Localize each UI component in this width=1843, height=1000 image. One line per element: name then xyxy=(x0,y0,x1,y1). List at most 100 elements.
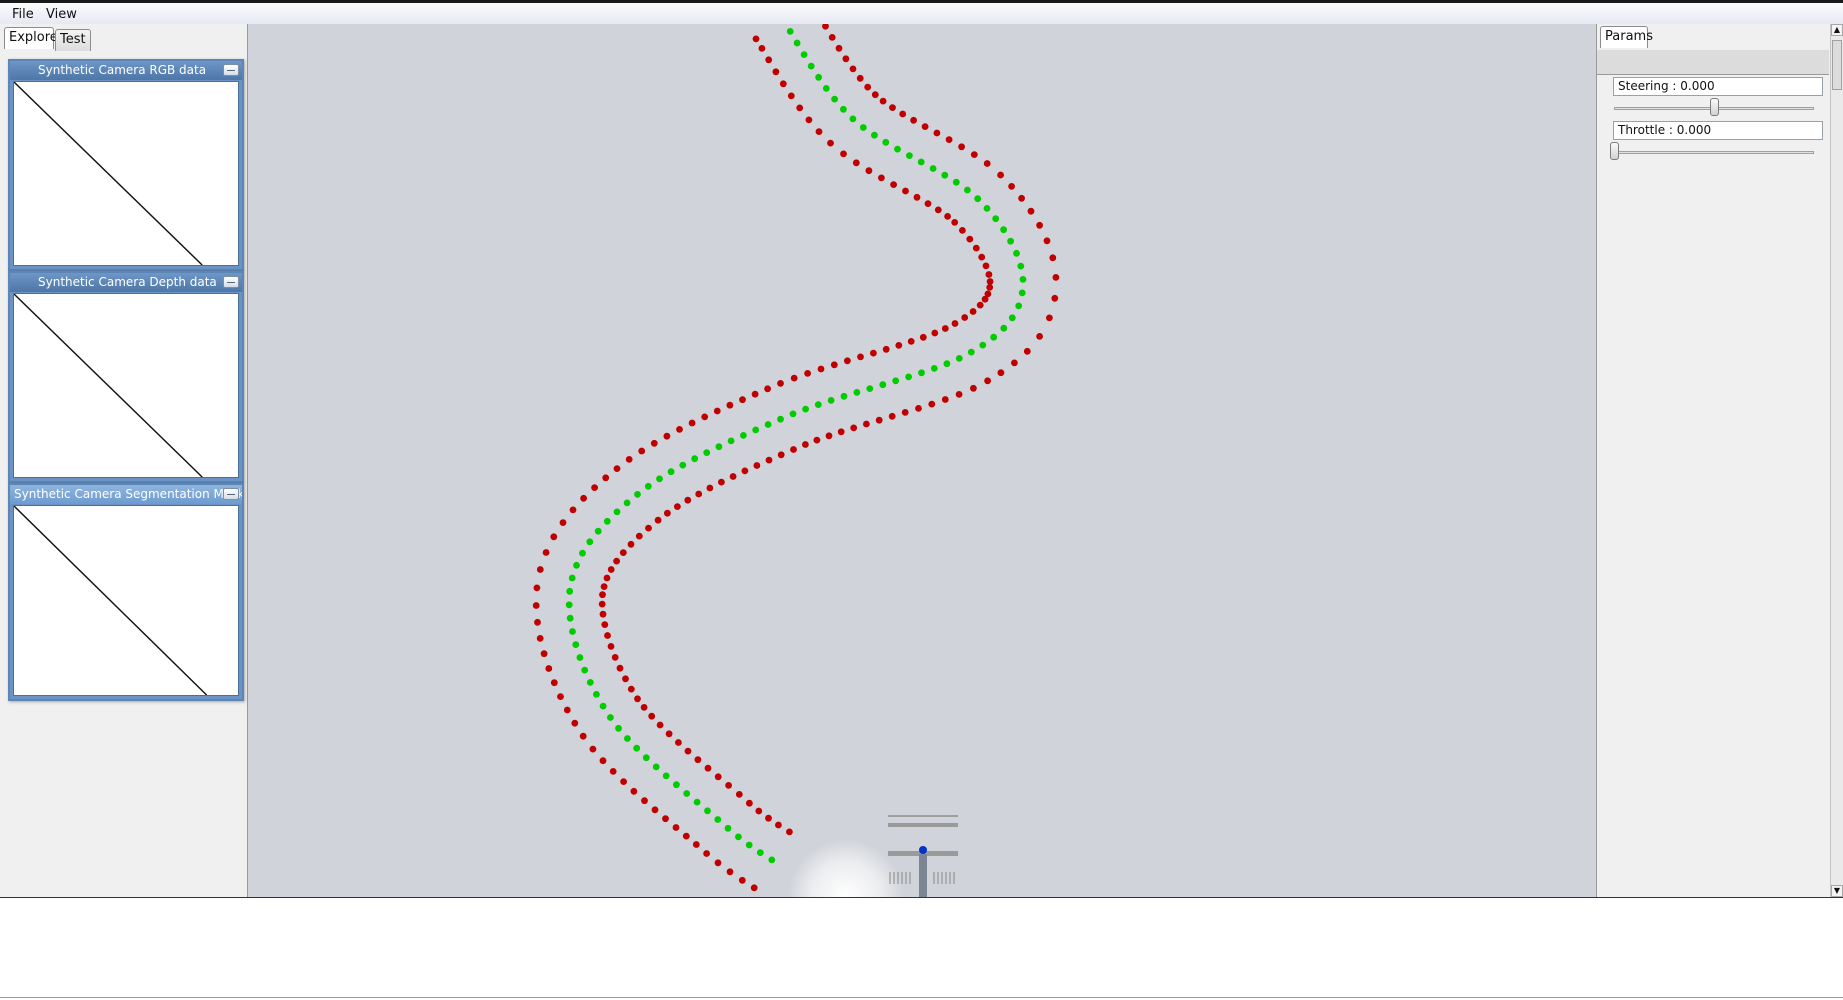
boundary-cone xyxy=(713,407,721,415)
menu-file[interactable]: File xyxy=(12,7,34,22)
boundary-cone xyxy=(765,814,772,822)
centerline-cone xyxy=(704,807,711,815)
boundary-cone xyxy=(924,200,932,208)
boundary-cone xyxy=(692,841,700,848)
throttle-label: Throttle : 0.000 xyxy=(1613,121,1823,140)
boundary-cone xyxy=(882,345,890,353)
camera-segmentation-image xyxy=(13,505,239,696)
centerline-cone xyxy=(859,124,867,131)
boundary-cone xyxy=(638,447,646,455)
centerline-cone xyxy=(952,178,960,186)
centerline-cone xyxy=(594,527,602,535)
boundary-cone xyxy=(703,850,710,857)
boundary-cone xyxy=(755,807,763,815)
centerline-cone xyxy=(586,538,594,546)
boundary-cone xyxy=(840,150,847,158)
centerline-cone xyxy=(992,215,1000,223)
centerline-cone xyxy=(1007,237,1014,245)
centerline-cone xyxy=(974,195,982,203)
boundary-cone xyxy=(688,419,696,427)
camera-depth-window[interactable]: Synthetic Camera Depth data xyxy=(8,271,244,483)
boundary-cone xyxy=(970,151,978,158)
boundary-cone xyxy=(706,484,714,492)
boundary-cone xyxy=(1036,221,1043,229)
menu-bar: File View xyxy=(0,0,1843,24)
boundary-cone xyxy=(878,174,885,182)
boundary-cone xyxy=(758,45,766,52)
boundary-cone xyxy=(1052,274,1060,281)
boundary-cone xyxy=(625,456,633,463)
boundary-cone xyxy=(607,566,615,573)
boundary-cone xyxy=(620,778,627,785)
boundary-cone xyxy=(676,426,683,433)
camera-depth-image xyxy=(13,293,239,478)
boundary-cone xyxy=(978,253,986,261)
camera-rgb-window[interactable]: Synthetic Camera RGB data xyxy=(8,59,244,271)
minimize-icon[interactable] xyxy=(223,276,239,288)
boundary-cone xyxy=(627,685,635,693)
scroll-thumb[interactable] xyxy=(1832,40,1842,90)
boundary-cone xyxy=(604,632,611,639)
boundary-cone xyxy=(600,583,608,590)
centerline-cone xyxy=(1017,262,1025,270)
centerline-cone xyxy=(943,360,951,368)
scroll-down-icon[interactable]: ▼ xyxy=(1831,885,1843,897)
centerline-cone xyxy=(593,691,600,698)
centerline-cone xyxy=(1019,276,1027,283)
tab-explorer[interactable]: Explorer xyxy=(4,27,63,49)
boundary-cone xyxy=(634,695,641,703)
boundary-cone xyxy=(753,462,761,469)
centerline-cone xyxy=(906,152,913,160)
centerline-cone xyxy=(918,369,925,377)
boundary-cone xyxy=(665,730,673,738)
throttle-slider-handle[interactable] xyxy=(1609,142,1619,160)
centerline-cone xyxy=(840,392,848,400)
scroll-up-icon[interactable]: ▲ xyxy=(1831,24,1843,36)
boundary-cone xyxy=(915,405,922,412)
boundary-cone xyxy=(931,329,939,337)
params-scrollbar[interactable]: ▲ ▼ xyxy=(1830,24,1843,897)
boundary-cone xyxy=(682,832,690,840)
centerline-cone xyxy=(807,62,815,70)
throttle-slider[interactable] xyxy=(1614,151,1814,154)
boundary-cone xyxy=(986,284,994,291)
camera-rgb-title[interactable]: Synthetic Camera RGB data xyxy=(10,61,242,80)
track-scene xyxy=(532,24,1060,897)
boundary-cone xyxy=(684,496,692,504)
centerline-cone xyxy=(1000,226,1007,234)
boundary-cone xyxy=(571,719,579,727)
boundary-cone xyxy=(654,516,662,524)
boundary-cone xyxy=(536,635,544,642)
boundary-cone xyxy=(786,828,793,836)
log-area[interactable] xyxy=(0,897,1843,1000)
boundary-cone xyxy=(817,365,825,373)
boundary-cone xyxy=(664,509,671,517)
boundary-cone xyxy=(944,213,951,220)
boundary-cone xyxy=(976,301,984,309)
boundary-cone xyxy=(933,129,941,137)
camera-segmentation-window[interactable]: Synthetic Camera Segmentation Mask xyxy=(8,483,244,701)
boundary-cone xyxy=(934,206,942,214)
boundary-cone xyxy=(888,412,896,420)
menu-view[interactable]: View xyxy=(46,7,77,22)
centerline-cone xyxy=(967,348,975,356)
minimize-icon[interactable] xyxy=(223,64,239,76)
boundary-cone xyxy=(1018,194,1025,202)
boundary-cone xyxy=(890,181,897,189)
camera-depth-title[interactable]: Synthetic Camera Depth data xyxy=(10,273,242,292)
steering-slider-handle[interactable] xyxy=(1709,98,1719,116)
boundary-cone xyxy=(622,675,629,683)
centerline-cone xyxy=(1013,249,1020,257)
boundary-cone xyxy=(627,540,635,548)
simulation-viewport[interactable] xyxy=(248,24,1596,897)
boundary-cone xyxy=(772,68,780,76)
boundary-cone xyxy=(889,104,896,111)
tab-test[interactable]: Test xyxy=(55,29,91,51)
camera-segmentation-title[interactable]: Synthetic Camera Segmentation Mask xyxy=(10,485,242,504)
boundary-cone xyxy=(857,353,864,361)
centerline-cone xyxy=(802,405,809,413)
boundary-cone xyxy=(599,610,607,618)
tab-params[interactable]: Params xyxy=(1600,26,1653,48)
boundary-cone xyxy=(598,600,606,608)
minimize-icon[interactable] xyxy=(223,488,239,500)
